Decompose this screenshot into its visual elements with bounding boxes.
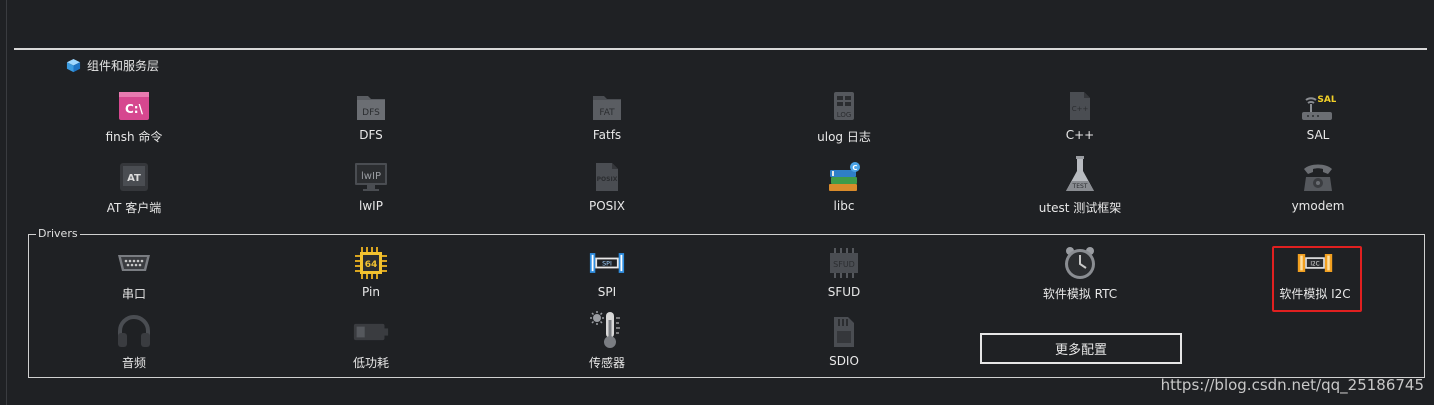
svg-text:SFUD: SFUD bbox=[833, 260, 855, 269]
driver-low-power[interactable]: 低功耗 bbox=[281, 314, 461, 371]
driver-label: 音频 bbox=[121, 356, 146, 370]
driver-label: Pin bbox=[362, 285, 380, 299]
battery-icon bbox=[353, 314, 389, 350]
driver-spi[interactable]: SPI SPI bbox=[517, 245, 697, 299]
driver-label: SFUD bbox=[827, 285, 861, 299]
watermark: https://blog.csdn.net/qq_25186745 bbox=[1160, 376, 1424, 394]
thermometer-icon bbox=[589, 310, 625, 350]
svg-text:64: 64 bbox=[365, 260, 378, 270]
spi-icon: SPI bbox=[589, 245, 625, 281]
driver-sfud[interactable]: SFUD SFUD bbox=[754, 245, 934, 299]
driver-audio[interactable]: 音频 bbox=[44, 314, 224, 371]
driver-pin[interactable]: 64 Pin bbox=[281, 245, 461, 299]
driver-serial[interactable]: 串口 bbox=[44, 245, 224, 302]
serial-port-icon bbox=[116, 245, 152, 281]
driver-label: 传感器 bbox=[588, 356, 625, 370]
svg-text:SPI: SPI bbox=[602, 261, 612, 268]
drivers-grid: 串口 64 Pin SPI SPI SFUD SFUD 软件模拟 RTC I2C… bbox=[0, 0, 1434, 405]
driver-label: 串口 bbox=[121, 287, 146, 301]
sfud-chip-icon: SFUD bbox=[826, 245, 862, 281]
headphones-icon bbox=[116, 314, 152, 350]
clock-icon bbox=[1062, 245, 1098, 281]
more-config-button[interactable]: 更多配置 bbox=[980, 333, 1182, 364]
driver-sdio[interactable]: SDIO bbox=[754, 314, 934, 368]
driver-sensor[interactable]: 传感器 bbox=[517, 310, 697, 371]
driver-label: 低功耗 bbox=[352, 356, 389, 370]
driver-label: SPI bbox=[597, 285, 617, 299]
selection-highlight bbox=[1272, 246, 1362, 312]
driver-label: SDIO bbox=[829, 354, 859, 368]
chip-icon: 64 bbox=[353, 245, 389, 281]
sd-card-icon bbox=[826, 314, 862, 350]
driver-label: 软件模拟 RTC bbox=[1042, 287, 1118, 301]
driver-soft-rtc[interactable]: 软件模拟 RTC bbox=[990, 245, 1170, 302]
